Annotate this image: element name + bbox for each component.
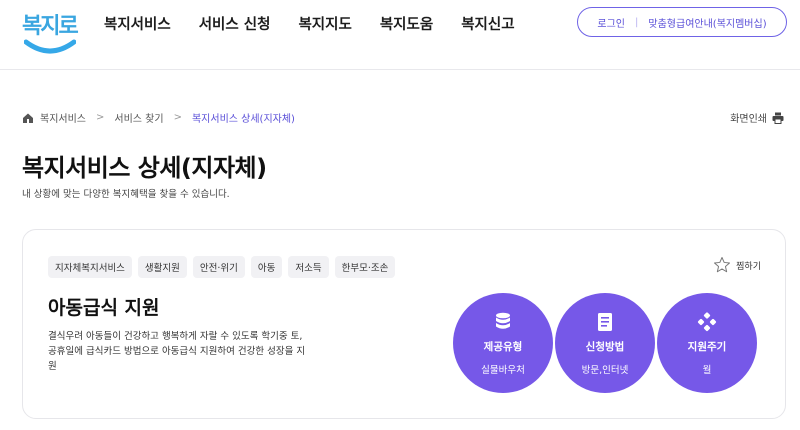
info-label: 지원주기	[687, 340, 727, 353]
breadcrumb-item-search[interactable]: 서비스 찾기	[114, 110, 163, 125]
tag: 지자체복지서비스	[48, 256, 132, 278]
print-label: 화면인쇄	[730, 114, 767, 125]
database-icon	[496, 312, 510, 329]
membership-guide-link[interactable]: 맞춤형급여안내(복지멤버십)	[648, 15, 766, 30]
favorite-label: 찜하기	[736, 261, 761, 272]
nav-welfare-service[interactable]: 복지서비스	[104, 13, 171, 34]
favorite-button[interactable]: 찜하기	[713, 256, 761, 274]
breadcrumb: 복지서비스 > 서비스 찾기 > 복지서비스 상세(지자체)	[22, 110, 295, 125]
login-link[interactable]: 로그인	[597, 15, 625, 30]
tag: 생활지원	[137, 256, 187, 278]
cycle-icon	[697, 311, 717, 331]
page-title: 복지서비스 상세(지자체)	[22, 154, 267, 182]
info-provision-type: 제공유형 실물바우처	[453, 293, 553, 393]
nav-welfare-report[interactable]: 복지신고	[461, 13, 514, 34]
site-logo[interactable]: 복지로	[18, 4, 82, 62]
tag: 저소득	[288, 256, 329, 278]
tag-list: 지자체복지서비스 생활지원 안전·위기 아동 저소득 한부모·조손	[48, 256, 396, 278]
star-icon	[714, 257, 731, 273]
service-title: 아동급식 지원	[48, 297, 160, 319]
service-card: 지자체복지서비스 생활지원 안전·위기 아동 저소득 한부모·조손 찜하기 아동…	[22, 229, 786, 419]
service-description: 결식우려 아동들이 건강하고 행복하게 자랄 수 있도록 학기중 토,공휴일에 …	[48, 331, 306, 372]
page-subtitle: 내 상황에 맞는 다양한 복지혜택을 찾을 수 있습니다.	[22, 189, 230, 200]
breadcrumb-item-welfare[interactable]: 복지서비스	[40, 110, 86, 125]
account-pill: 로그인 | 맞춤형급여안내(복지멤버십)	[577, 7, 787, 37]
printer-icon	[772, 112, 784, 124]
info-value: 방문,인터넷	[581, 364, 629, 376]
pill-divider: |	[635, 16, 639, 28]
chevron-right-icon: >	[96, 112, 105, 123]
logo-smile-icon	[24, 39, 76, 54]
nav-welfare-help[interactable]: 복지도움	[380, 13, 433, 34]
logo-text: 복지로	[22, 14, 79, 39]
tag: 안전·위기	[192, 256, 245, 278]
nav-service-apply[interactable]: 서비스 신청	[199, 13, 271, 34]
info-label: 제공유형	[483, 340, 523, 353]
service-info-list: 제공유형 실물바우처 신청방법 방문,인터넷 지원주기 월	[453, 293, 757, 393]
tag: 아동	[250, 256, 283, 278]
home-icon[interactable]	[22, 112, 34, 124]
site-header: 복지로 복지서비스 서비스 신청 복지지도 복지도움 복지신고 로그인 | 맞춤…	[0, 0, 800, 70]
document-icon	[598, 312, 612, 331]
breadcrumb-current: 복지서비스 상세(지자체)	[191, 114, 295, 125]
tag: 한부모·조손	[334, 256, 396, 278]
print-button[interactable]: 화면인쇄	[730, 110, 784, 125]
main-nav: 복지서비스 서비스 신청 복지지도 복지도움 복지신고	[104, 13, 543, 34]
info-apply-method: 신청방법 방문,인터넷	[555, 293, 655, 393]
nav-welfare-map[interactable]: 복지지도	[298, 13, 351, 34]
info-value: 실물바우처	[481, 364, 525, 376]
info-label: 신청방법	[585, 340, 625, 353]
info-support-cycle: 지원주기 월	[657, 293, 757, 393]
info-value: 월	[702, 364, 712, 376]
chevron-right-icon: >	[173, 112, 182, 123]
